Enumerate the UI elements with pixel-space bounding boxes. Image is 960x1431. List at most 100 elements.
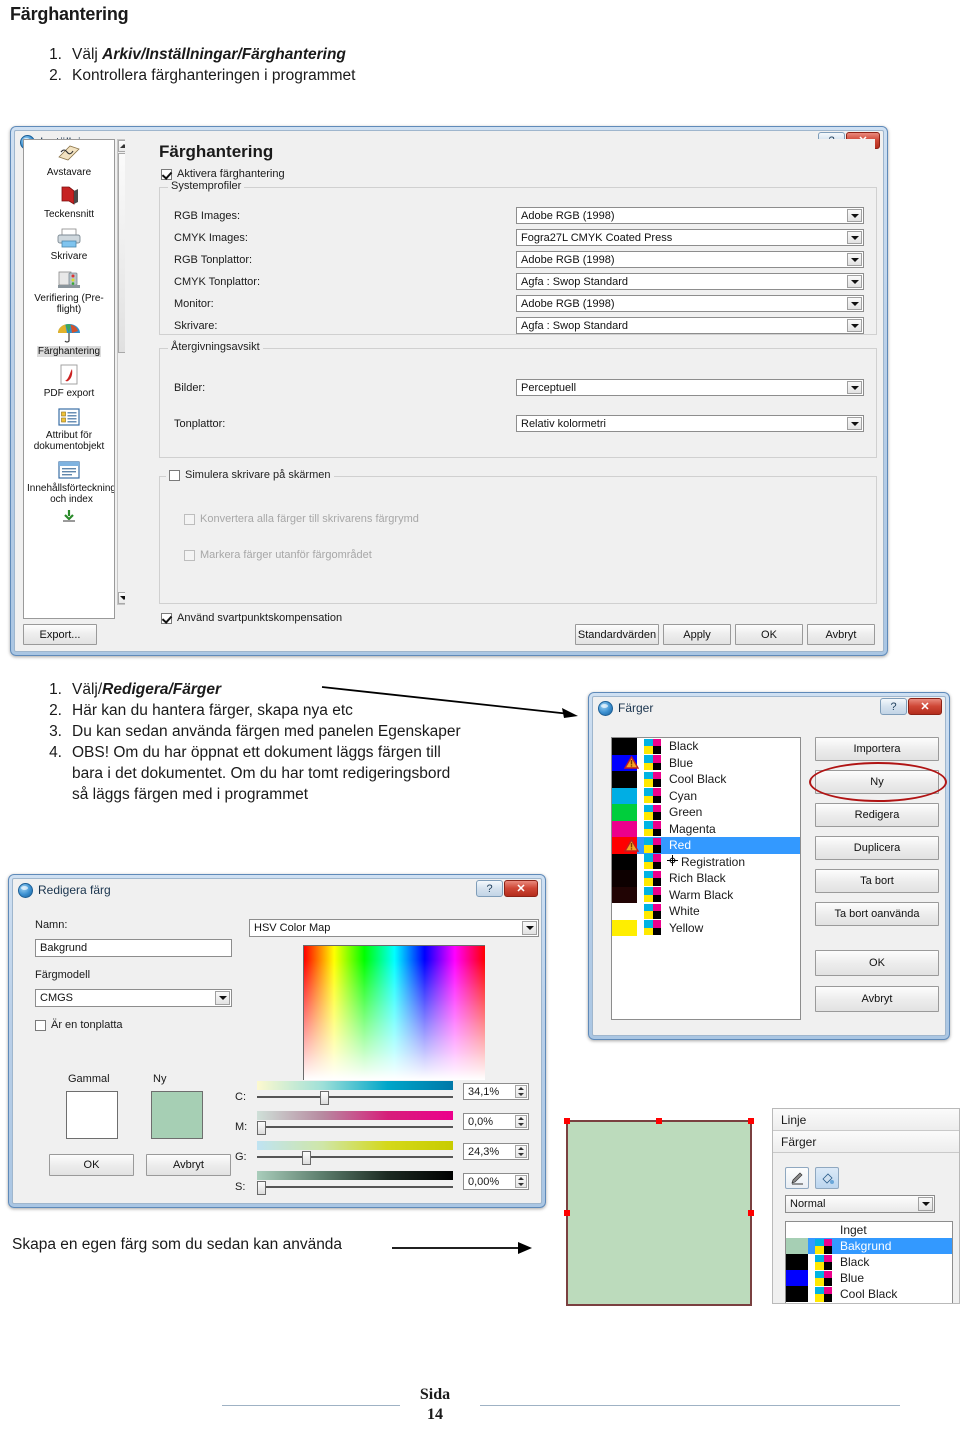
spinner-arrows-icon[interactable]: [515, 1115, 527, 1128]
slider-track[interactable]: [257, 1186, 453, 1188]
panel-swatch-item[interactable]: Bakgrund: [786, 1238, 952, 1254]
chevron-down-icon[interactable]: [847, 275, 862, 288]
panel-swatch-item[interactable]: Cool Black: [786, 1286, 952, 1302]
resize-handle-ml[interactable]: [564, 1210, 570, 1216]
sidebar-item-teckensnitt[interactable]: Teckensnitt: [24, 182, 114, 224]
dialog-button-standardvärden[interactable]: Standardvärden: [575, 624, 659, 645]
resize-handle-tc[interactable]: [656, 1118, 662, 1124]
sidebar-item-innehållsförteckning-och-index[interactable]: Innehållsförteckning och index: [24, 456, 114, 509]
sidebar-item-färghantering[interactable]: Färghantering: [24, 319, 114, 361]
slider-track[interactable]: [257, 1096, 453, 1098]
colors-button-avbryt[interactable]: Avbryt: [815, 986, 939, 1012]
enable-colormanagement-checkbox[interactable]: Aktivera färghantering: [161, 168, 285, 180]
colormodel-select[interactable]: CMGS: [35, 989, 232, 1007]
slider-value-input[interactable]: 24,3%: [463, 1143, 529, 1160]
sidebar-item-pdf-export[interactable]: PDF export: [24, 361, 114, 403]
colors-button-ok[interactable]: OK: [815, 950, 939, 976]
panel-section-line[interactable]: Linje: [773, 1109, 959, 1131]
chevron-down-icon[interactable]: [847, 297, 862, 310]
is-tint-checkbox[interactable]: Är en tonplatta: [35, 1019, 123, 1031]
colors-button-ta-bort[interactable]: Ta bort: [815, 869, 939, 893]
help-button[interactable]: ?: [880, 698, 907, 715]
colormap-select[interactable]: HSV Color Map: [249, 919, 539, 937]
blend-mode-select[interactable]: Normal: [785, 1195, 935, 1213]
profile-select[interactable]: Adobe RGB (1998): [516, 251, 864, 268]
settings-sidebar[interactable]: Avstavare Teckensnitt Skrivare Verifiering …: [23, 139, 115, 619]
chevron-down-icon[interactable]: [847, 319, 862, 332]
sidebar-item-skrivare[interactable]: Skrivare: [24, 224, 114, 266]
export-button[interactable]: Export...: [23, 624, 97, 645]
slider-value-input[interactable]: 0,0%: [463, 1113, 529, 1130]
profile-select[interactable]: Perceptuell: [516, 379, 864, 396]
name-input[interactable]: Bakgrund: [35, 939, 232, 957]
chevron-down-icon[interactable]: [847, 381, 862, 394]
color-list-item[interactable]: Green: [612, 804, 800, 821]
colors-button-ta-bort-oanvända[interactable]: Ta bort oanvända: [815, 902, 939, 926]
slider-knob[interactable]: [320, 1091, 330, 1105]
profile-select[interactable]: Relativ kolormetri: [516, 415, 864, 432]
spinner-arrows-icon[interactable]: [515, 1145, 527, 1158]
dialog-button-avbryt[interactable]: Avbryt: [807, 624, 875, 645]
resize-handle-mr[interactable]: [748, 1210, 754, 1216]
blackpoint-checkbox[interactable]: Använd svartpunktskompensation: [161, 612, 342, 624]
editcolor-button-avbryt[interactable]: Avbryt: [146, 1154, 231, 1176]
profile-select[interactable]: Agfa : Swop Standard: [516, 273, 864, 290]
slider-value-input[interactable]: 0,00%: [463, 1173, 529, 1190]
chevron-down-icon[interactable]: [847, 231, 862, 244]
profile-select[interactable]: Agfa : Swop Standard: [516, 317, 864, 334]
chevron-down-icon[interactable]: [522, 921, 537, 935]
panel-swatch-item[interactable]: Black: [786, 1254, 952, 1270]
panel-swatch-item[interactable]: Inget: [786, 1222, 952, 1238]
slider-value-input[interactable]: 34,1%: [463, 1083, 529, 1100]
color-list-item[interactable]: Cyan: [612, 787, 800, 804]
slider-knob[interactable]: [257, 1121, 266, 1135]
color-list-item[interactable]: Red: [612, 837, 800, 854]
color-list-item[interactable]: Warm Black: [612, 886, 800, 903]
colors-button-ny[interactable]: Ny: [815, 770, 939, 794]
chevron-down-icon[interactable]: [847, 417, 862, 430]
fill-tool-icon[interactable]: [815, 1167, 839, 1189]
color-list-item[interactable]: Registration: [612, 853, 800, 870]
help-button[interactable]: ?: [476, 880, 503, 897]
profile-select[interactable]: Fogra27L CMYK Coated Press: [516, 229, 864, 246]
color-list-item[interactable]: Rich Black: [612, 870, 800, 887]
profile-select[interactable]: Adobe RGB (1998): [516, 295, 864, 312]
colors-button-importera[interactable]: Importera: [815, 737, 939, 761]
close-button[interactable]: ✕: [504, 880, 538, 897]
hsv-color-map[interactable]: [303, 945, 485, 1080]
spinner-arrows-icon[interactable]: [515, 1175, 527, 1188]
color-list-item[interactable]: Black: [612, 738, 800, 755]
colors-button-duplicera[interactable]: Duplicera: [815, 836, 939, 860]
color-list-item[interactable]: Yellow: [612, 919, 800, 936]
panel-swatch-item[interactable]: Blue: [786, 1270, 952, 1286]
chevron-down-icon[interactable]: [847, 253, 862, 266]
slider-knob[interactable]: [257, 1181, 266, 1195]
pen-tool-icon[interactable]: [785, 1167, 809, 1189]
sidebar-item-verifiering-pre-flight[interactable]: Verifiering (Pre-flight): [24, 266, 114, 319]
color-list-item[interactable]: Magenta: [612, 820, 800, 837]
slider-track[interactable]: [257, 1156, 453, 1158]
panel-section-colors[interactable]: Färger: [773, 1131, 959, 1153]
chevron-down-icon[interactable]: [215, 991, 230, 1005]
resize-handle-tr[interactable]: [748, 1118, 754, 1124]
chevron-down-icon[interactable]: [847, 209, 862, 222]
artboard-rectangle[interactable]: [564, 1118, 754, 1306]
panel-swatch-list[interactable]: Inget Bakgrund Black Blue Cool Black: [785, 1221, 953, 1303]
color-list-item[interactable]: Blue: [612, 754, 800, 771]
spinner-arrows-icon[interactable]: [515, 1085, 527, 1098]
close-button[interactable]: ✕: [908, 698, 942, 715]
colors-listbox[interactable]: Black Blue Cool Black Cyan Green Magenta Red Re…: [611, 737, 801, 1020]
dialog-button-apply[interactable]: Apply: [663, 624, 731, 645]
profile-select[interactable]: Adobe RGB (1998): [516, 207, 864, 224]
slider-track[interactable]: [257, 1126, 453, 1128]
resize-handle-tl[interactable]: [564, 1118, 570, 1124]
slider-knob[interactable]: [302, 1151, 312, 1165]
colors-button-redigera[interactable]: Redigera: [815, 803, 939, 827]
color-list-item[interactable]: Cool Black: [612, 771, 800, 788]
dialog-button-ok[interactable]: OK: [735, 624, 803, 645]
color-list-item[interactable]: White: [612, 903, 800, 920]
sidebar-item-attribut-för-dokumentobjekt[interactable]: Attribut för dokumentobjekt: [24, 403, 114, 456]
chevron-down-icon[interactable]: [918, 1197, 933, 1211]
editcolor-button-ok[interactable]: OK: [49, 1154, 134, 1176]
sidebar-item-avstavare[interactable]: Avstavare: [24, 140, 114, 182]
